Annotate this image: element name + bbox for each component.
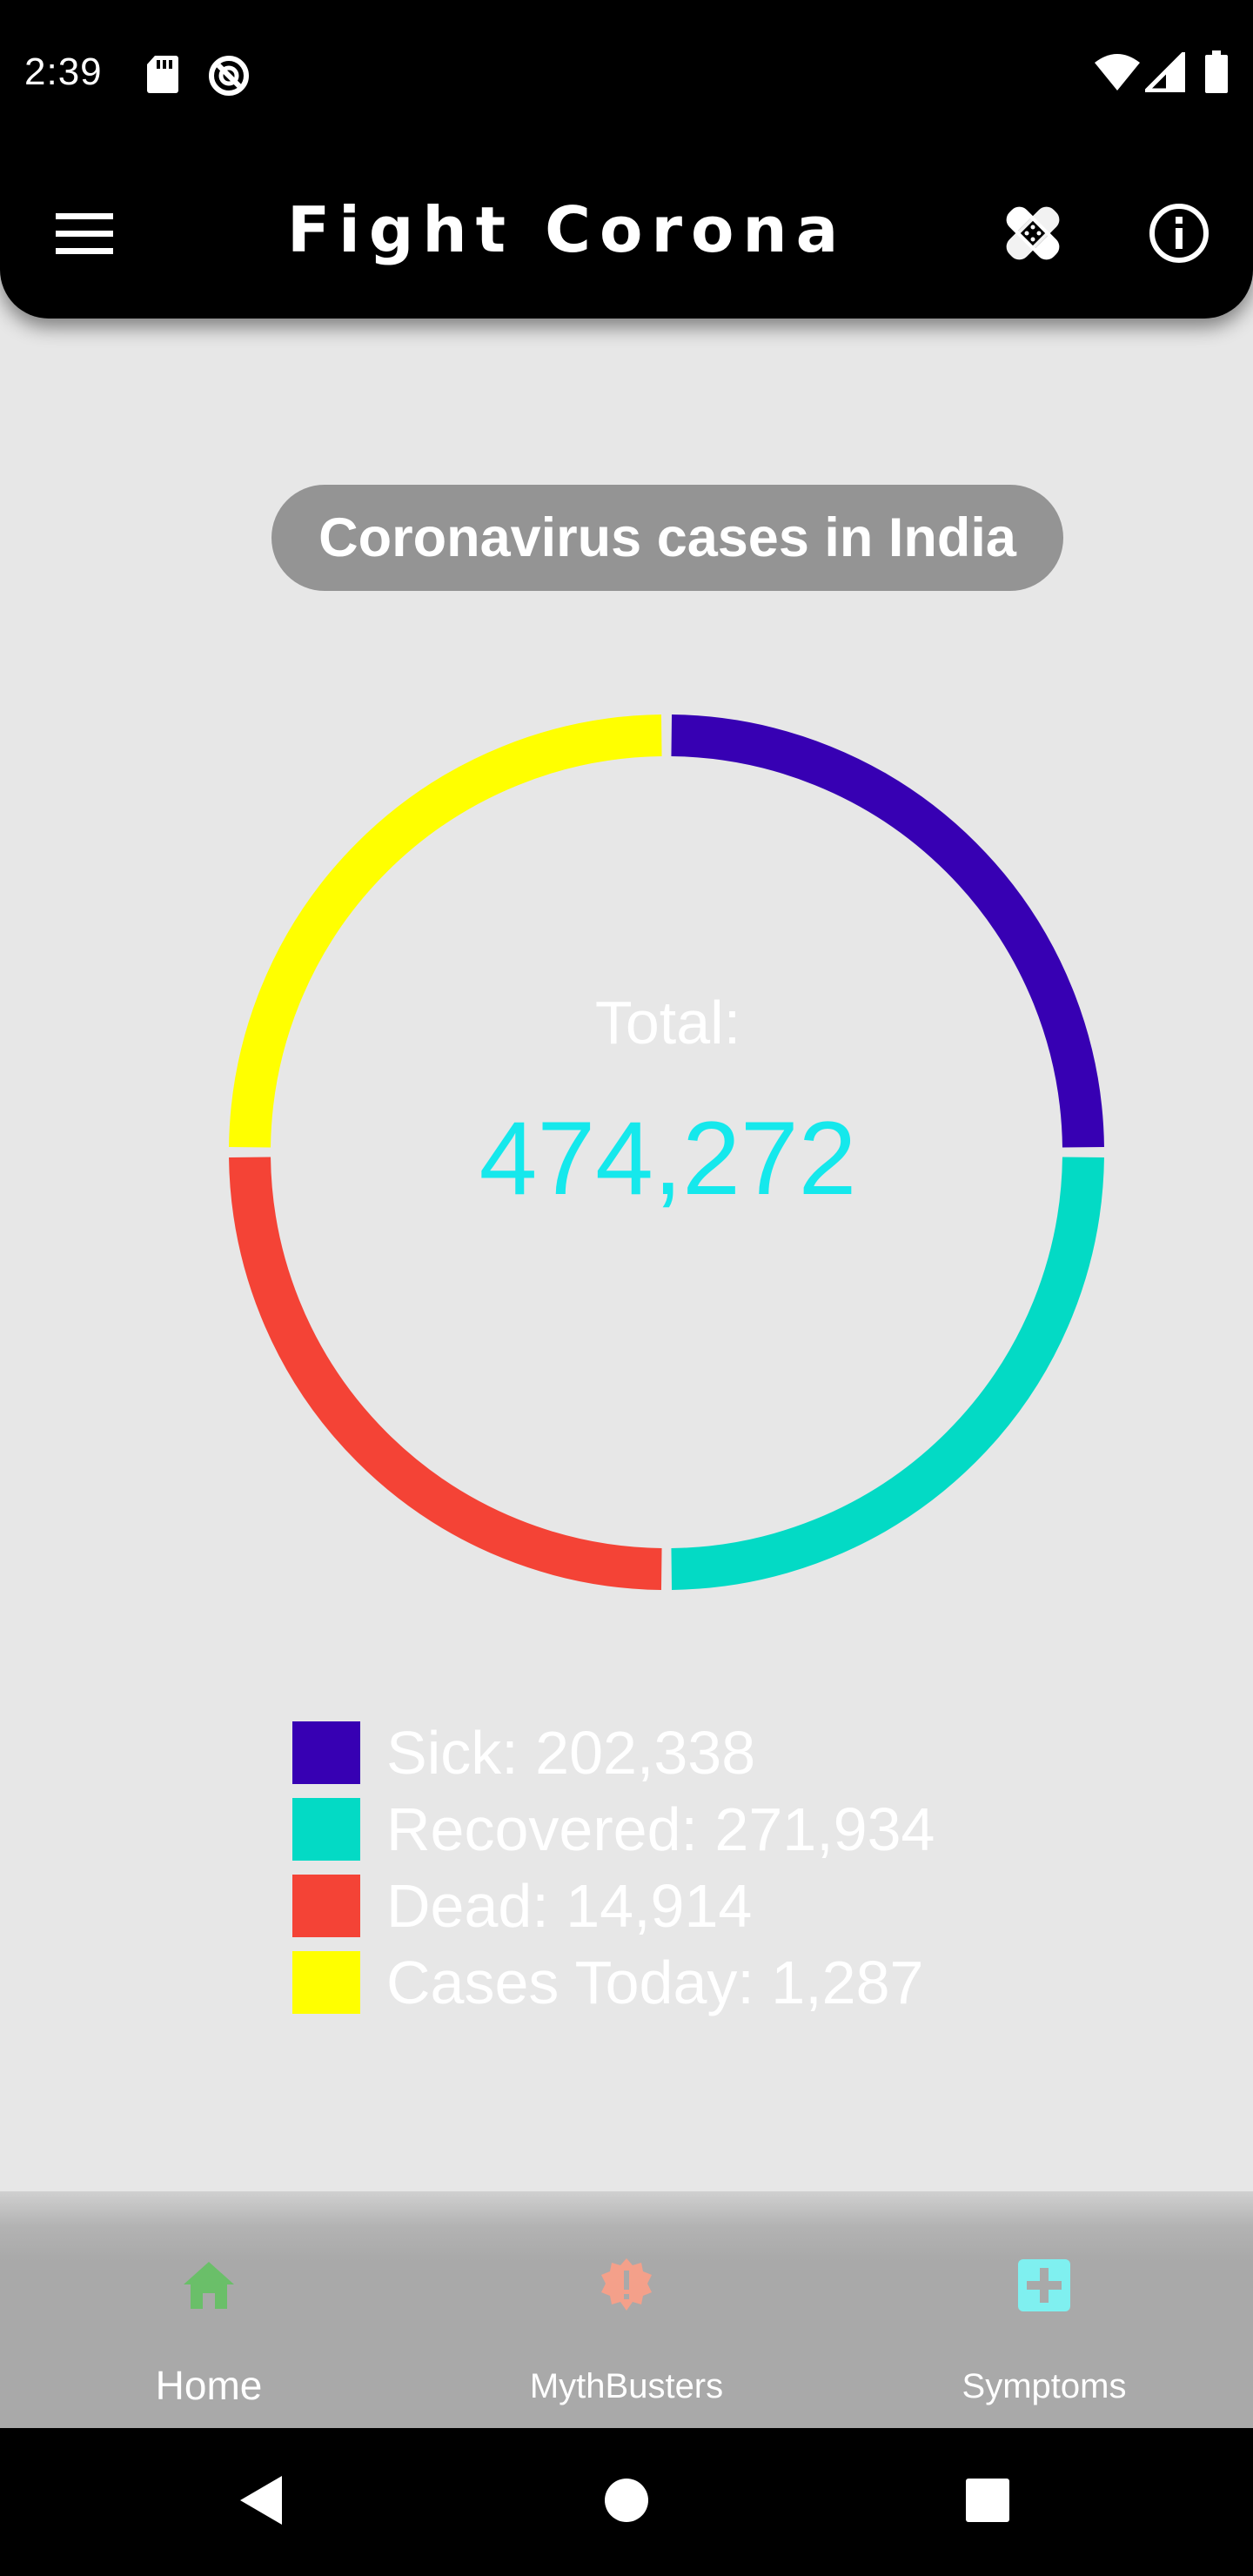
legend-label: Sick: 202,338 [386,1719,756,1787]
signal-icon [1141,48,1186,97]
legend-label: Dead: 14,914 [386,1872,753,1940]
donut-chart [0,0,1253,2576]
legend-swatch [292,1721,360,1784]
donut-slice-cases-today [229,714,662,1148]
nav-tab-home[interactable]: Home [0,2191,418,2428]
app-header: 2:39 Fight Corona [0,0,1253,319]
battery-icon [1204,50,1229,98]
home-icon [180,2257,238,2314]
legend-swatch [292,1875,360,1937]
nav-label-home: Home [155,2363,263,2408]
donut-slice-dead [229,1157,662,1590]
legend-swatch [292,1798,360,1861]
total-label: Total: [594,989,741,1057]
sd-card-icon [146,54,179,98]
system-home-button[interactable] [579,2463,674,2541]
legend-label: Recovered: 271,934 [386,1795,935,1863]
wifi-icon [1093,52,1142,97]
back-icon [237,2474,285,2531]
nav-tab-symptoms[interactable]: Symptoms [835,2191,1253,2428]
recents-icon [964,2477,1011,2528]
medical-cross-icon [1015,2257,1073,2314]
bandage-icon [998,198,1068,272]
legend-label: Cases Today: 1,287 [386,1949,924,2016]
status-time: 2:39 [24,50,103,93]
screen: 2:39 Fight Corona Coronavirus cases in I… [0,0,1253,2576]
system-back-button[interactable] [213,2463,309,2541]
bottom-navigation: Home MythBusters Symptoms [0,2191,1253,2428]
alert-badge-icon [598,2257,655,2314]
legend-item-sick: Sick: 202,338 [292,1714,1006,1791]
hamburger-menu-icon [56,211,113,259]
info-icon [1148,202,1210,269]
app-title: Fight Corona [287,193,848,266]
page-title: Coronavirus cases in India [271,485,1063,591]
donut-slice-sick [671,714,1104,1148]
do-not-disturb-icon [207,54,251,102]
total-value: 474,272 [479,1100,857,1217]
bandage-button[interactable] [985,187,1081,283]
nav-label-mythbusters: MythBusters [529,2367,724,2405]
donut-chart-svg [229,714,1104,1590]
legend-item-recovered: Recovered: 271,934 [292,1791,1006,1868]
home-circle-icon [603,2477,650,2528]
system-recents-button[interactable] [940,2463,1035,2541]
legend-swatch [292,1951,360,2014]
nav-tab-mythbusters[interactable]: MythBusters [418,2191,835,2428]
system-navigation-bar [0,2428,1253,2576]
info-button[interactable] [1131,187,1227,283]
menu-button[interactable] [37,187,132,283]
donut-slice-recovered [671,1157,1104,1590]
legend-item-cases-today: Cases Today: 1,287 [292,1944,1006,2021]
legend-item-dead: Dead: 14,914 [292,1868,1006,1944]
nav-label-symptoms: Symptoms [962,2367,1127,2405]
